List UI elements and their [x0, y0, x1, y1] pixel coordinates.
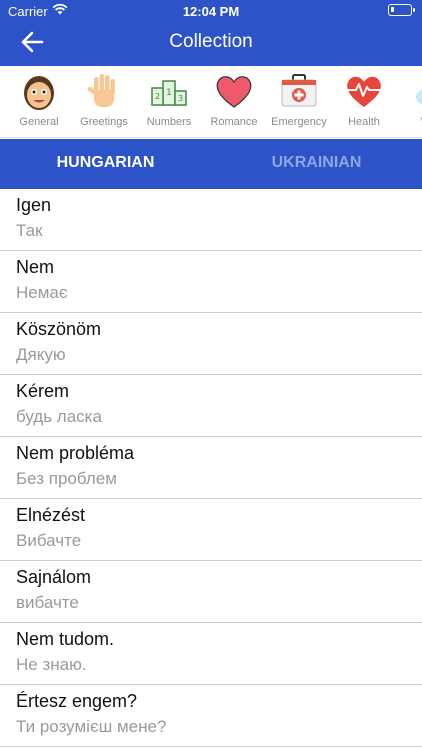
category-romance[interactable]: Romance — [201, 66, 267, 137]
phrase-translation: вибачте — [16, 593, 79, 612]
phrase-row[interactable]: Köszönöm Дякую — [0, 313, 422, 375]
phrase-translation: Так — [16, 221, 43, 240]
phrase-source: Nem — [16, 257, 55, 277]
phrase-row[interactable]: Sajnálom вибачте — [0, 561, 422, 623]
phrase-translation: будь ласка — [16, 407, 102, 426]
language-tab-bar: HUNGARIAN UKRAINIAN — [0, 139, 422, 189]
phrase-source: Sajnálom — [16, 567, 92, 587]
svg-text:2: 2 — [155, 92, 160, 101]
phrase-source: Nem probléma — [16, 443, 135, 463]
category-general[interactable]: General — [6, 66, 72, 137]
first-aid-kit-icon — [281, 74, 317, 107]
tab-hungarian[interactable]: HUNGARIAN — [0, 139, 211, 186]
phrase-row[interactable]: Értesz engem? Ти розумієш мене? — [0, 685, 422, 747]
svg-text:3: 3 — [178, 94, 183, 103]
heart-icon — [216, 76, 252, 108]
podium-icon: 1 2 3 — [151, 80, 187, 106]
svg-text:1: 1 — [166, 88, 172, 98]
phrase-row[interactable]: Nem Немає — [0, 251, 422, 313]
phrase-translation: Вибачте — [16, 531, 82, 550]
phrase-translation: Не знаю. — [16, 655, 87, 674]
phrase-translation: Немає — [16, 283, 68, 302]
category-emergency[interactable]: Emergency — [266, 66, 332, 137]
status-bar: Carrier 12:04 PM — [0, 0, 422, 22]
phrase-source: Értesz engem? — [16, 691, 138, 711]
battery-icon — [388, 4, 415, 16]
tab-ukrainian[interactable]: UKRAINIAN — [211, 139, 422, 186]
phrase-row[interactable]: Elnézést Вибачте — [0, 499, 422, 561]
phrase-source: Elnézést — [16, 505, 86, 525]
page-title: Collection — [169, 31, 253, 52]
phrase-translation: Дякую — [16, 345, 66, 364]
category-greetings[interactable]: Greetings — [71, 66, 137, 137]
phrase-source: Igen — [16, 195, 52, 215]
phrase-row[interactable]: Igen Так — [0, 189, 422, 251]
category-numbers[interactable]: 1 2 3 Numbers — [136, 66, 202, 137]
phrase-row[interactable]: Nem probléma Без проблем — [0, 437, 422, 499]
phrase-source: Nem tudom. — [16, 629, 115, 649]
clock: 12:04 PM — [182, 4, 240, 19]
battery-level — [391, 7, 394, 12]
waving-hand-icon — [87, 74, 115, 107]
weather-icon — [416, 88, 422, 104]
phrase-translation: Без проблем — [16, 469, 117, 488]
category-strip[interactable]: General Greetings 1 2 3 Numbers Romance — [0, 66, 422, 138]
category-health[interactable]: Health — [331, 66, 397, 137]
phrase-source: Kérem — [16, 381, 70, 401]
heartbeat-icon — [347, 76, 381, 107]
app-header: Carrier 12:04 PM Collection — [0, 0, 422, 66]
category-label: We — [390, 116, 422, 128]
phrase-row[interactable]: Nem tudom. Не знаю. — [0, 623, 422, 685]
phrase-source: Köszönöm — [16, 319, 102, 339]
phrase-row[interactable]: Kérem будь ласка — [0, 375, 422, 437]
phrase-list[interactable]: Igen Так Nem Немає Köszönöm Дякую Kérem … — [0, 189, 422, 750]
category-weather[interactable]: We — [396, 66, 422, 137]
phrase-translation: Ти розумієш мене? — [16, 717, 167, 736]
face-icon — [24, 76, 54, 110]
